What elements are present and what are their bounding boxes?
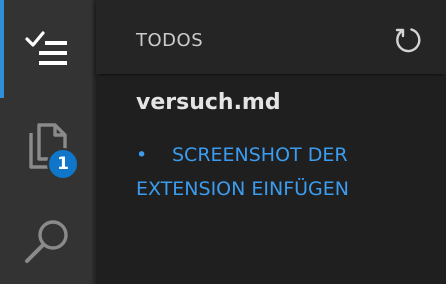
refresh-icon xyxy=(395,28,421,53)
panel-body: versuch.md • SCREENSHOT DER EXTENSION EIN… xyxy=(96,76,446,284)
refresh-button[interactable] xyxy=(394,26,422,54)
search-icon xyxy=(25,220,68,263)
vscode-window: 1 TODOS versuch.md • SCREENSHOT DER EXTEN… xyxy=(0,0,446,284)
todo-item[interactable]: • SCREENSHOT DER EXTENSION EINFÜGEN xyxy=(136,138,436,206)
panel-title: TODOS xyxy=(136,30,204,51)
panel-header: TODOS xyxy=(96,0,446,74)
activity-item-search[interactable] xyxy=(0,194,94,284)
explorer-badge: 1 xyxy=(47,148,79,180)
activity-bar: 1 xyxy=(0,0,94,284)
todos-panel: TODOS versuch.md • SCREENSHOT DER EXTENSI… xyxy=(96,0,446,284)
checklist-icon xyxy=(25,31,67,65)
todo-bullet: • xyxy=(136,144,148,166)
activity-item-todos[interactable] xyxy=(0,2,94,96)
file-name[interactable]: versuch.md xyxy=(136,90,281,115)
activity-item-explorer[interactable] xyxy=(0,98,94,192)
